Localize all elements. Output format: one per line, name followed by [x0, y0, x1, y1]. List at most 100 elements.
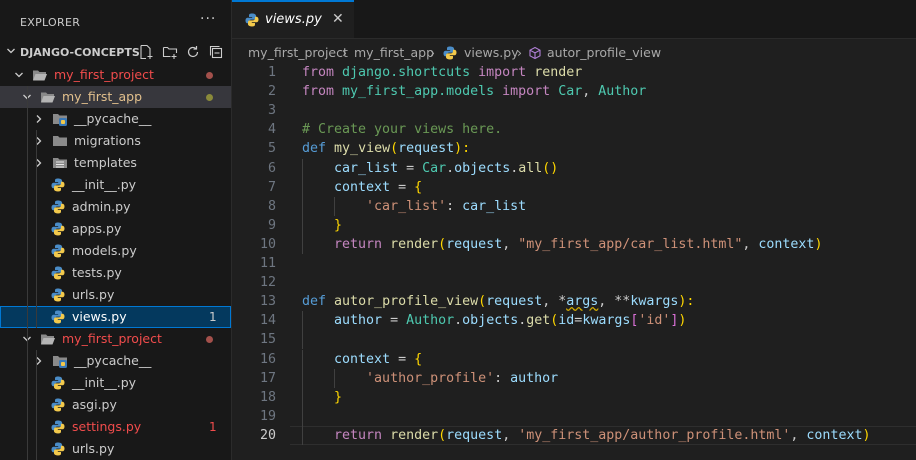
tree-file[interactable]: urls.py	[0, 438, 231, 460]
tree-folder[interactable]: my_first_app	[0, 86, 231, 108]
code-token: request	[446, 237, 503, 252]
python-file-icon	[51, 420, 65, 434]
code-token: def	[302, 141, 327, 156]
code-token: ,	[598, 294, 615, 309]
code-line: 2 from my_first_app.models import Car, Au…	[232, 82, 916, 101]
python-file-icon	[51, 244, 65, 258]
code-token: objects	[454, 161, 511, 176]
tree-folder[interactable]: __pycache__	[0, 350, 231, 372]
collapse-all-icon[interactable]	[208, 44, 224, 60]
tree-file[interactable]: admin.py	[0, 196, 231, 218]
chevron-down-icon	[7, 48, 15, 54]
code-token: return	[334, 428, 383, 443]
refresh-icon[interactable]	[185, 44, 201, 60]
tree-item-label: urls.py	[72, 441, 115, 456]
tree-file[interactable]: apps.py	[0, 218, 231, 240]
tree-folder[interactable]: migrations	[0, 130, 231, 152]
code-text: author = Author.objects.get(id=kwargs['i…	[302, 311, 686, 330]
code-token: (	[438, 237, 447, 252]
breadcrumb-item[interactable]: views.py	[464, 45, 519, 60]
more-actions-icon[interactable]: ···	[200, 11, 216, 27]
code-token: ,	[502, 237, 519, 252]
tree-file[interactable]: asgi.py	[0, 394, 231, 416]
modified-dot-icon	[206, 336, 213, 343]
code-text: 'car_list': car_list	[302, 197, 526, 216]
workspace-header[interactable]: DJANGO-CONCEPTS	[0, 42, 231, 64]
code-token: (	[478, 294, 487, 309]
tree-file[interactable]: __init__.py	[0, 372, 231, 394]
code-token: "my_first_app/car_list.html"	[518, 237, 743, 252]
code-text: context = {	[302, 178, 422, 197]
code-token: from	[302, 65, 335, 80]
tree-folder[interactable]: my_first_project	[0, 328, 231, 350]
close-icon[interactable]: ✕	[332, 11, 344, 27]
tree-file[interactable]: settings.py 1	[0, 416, 231, 438]
python-file-icon	[51, 178, 65, 192]
problem-count-badge: 1	[209, 420, 217, 434]
code-token: 'id'	[638, 313, 671, 328]
code-token: objects	[462, 313, 519, 328]
code-line: 3	[232, 101, 916, 120]
code-token: render	[534, 65, 583, 80]
code-token: {	[414, 352, 423, 367]
editor-area: views.py ✕ my_first_project › my_first_a…	[232, 0, 916, 460]
tree-file[interactable]: models.py	[0, 240, 231, 262]
tree-folder[interactable]: my_first_project	[0, 64, 231, 86]
code-text: car_list = Car.objects.all()	[302, 159, 558, 178]
indent-guide	[36, 130, 37, 328]
code-token: (	[438, 428, 447, 443]
line-number: 1	[267, 65, 276, 80]
code-text: }	[302, 388, 342, 407]
code-token: django.shortcuts	[334, 65, 479, 80]
chevron-down-icon[interactable]	[14, 70, 24, 80]
tree-file[interactable]: __init__.py	[0, 174, 231, 196]
code-token: =	[390, 352, 415, 367]
code-line: 1 from django.shortcuts import render	[232, 63, 916, 82]
explorer-title: EXPLORER	[20, 16, 81, 29]
code-text: from django.shortcuts import render	[302, 63, 582, 82]
breadcrumb-item[interactable]: my_first_app	[354, 45, 434, 60]
workspace-name: DJANGO-CONCEPTS	[20, 46, 140, 59]
code-token: render	[390, 428, 439, 443]
code-line: 18 }	[232, 388, 916, 407]
python-file-icon	[51, 376, 65, 390]
code-token: ,	[790, 428, 807, 443]
line-number: 19	[259, 409, 276, 424]
tab-bar: views.py ✕	[232, 0, 916, 39]
breadcrumb-item[interactable]: autor_profile_view	[547, 45, 661, 60]
code-token: :	[446, 199, 463, 214]
code-token: return	[334, 237, 383, 252]
modified-dot-icon	[206, 94, 213, 101]
new-folder-icon[interactable]	[162, 44, 178, 60]
tree-file[interactable]: urls.py	[0, 284, 231, 306]
tree-folder[interactable]: __pycache__	[0, 108, 231, 130]
line-number: 16	[259, 352, 276, 367]
tab-label: views.py	[265, 12, 322, 27]
tree-folder[interactable]: templates	[0, 152, 231, 174]
breadcrumb-item[interactable]: my_first_project	[248, 45, 348, 60]
line-number: 14	[259, 313, 276, 328]
code-token: )	[678, 313, 687, 328]
code-editor[interactable]: 1 from django.shortcuts import render 2 fro…	[232, 63, 916, 460]
code-token: =	[390, 180, 415, 195]
code-text: return render(request, 'my_first_app/aut…	[302, 426, 870, 445]
python-file-icon	[443, 46, 457, 60]
code-token: def	[302, 294, 327, 309]
code-line: 6 car_list = Car.objects.all()	[232, 159, 916, 178]
code-token: context	[334, 352, 391, 367]
tree-file[interactable]: tests.py	[0, 262, 231, 284]
chevron-right-icon[interactable]	[34, 114, 44, 124]
python-file-icon	[51, 398, 65, 412]
code-token: =	[382, 313, 407, 328]
code-token: my_first_app.models	[334, 84, 503, 99]
code-token: 'car_list'	[366, 199, 447, 214]
new-file-icon[interactable]	[138, 44, 154, 60]
code-token: kwargs	[630, 294, 679, 309]
tree-item-label: migrations	[74, 133, 141, 148]
line-number: 18	[259, 390, 276, 405]
tab-views-py[interactable]: views.py ✕	[232, 0, 354, 38]
tree-file[interactable]: views.py 1	[0, 306, 231, 328]
